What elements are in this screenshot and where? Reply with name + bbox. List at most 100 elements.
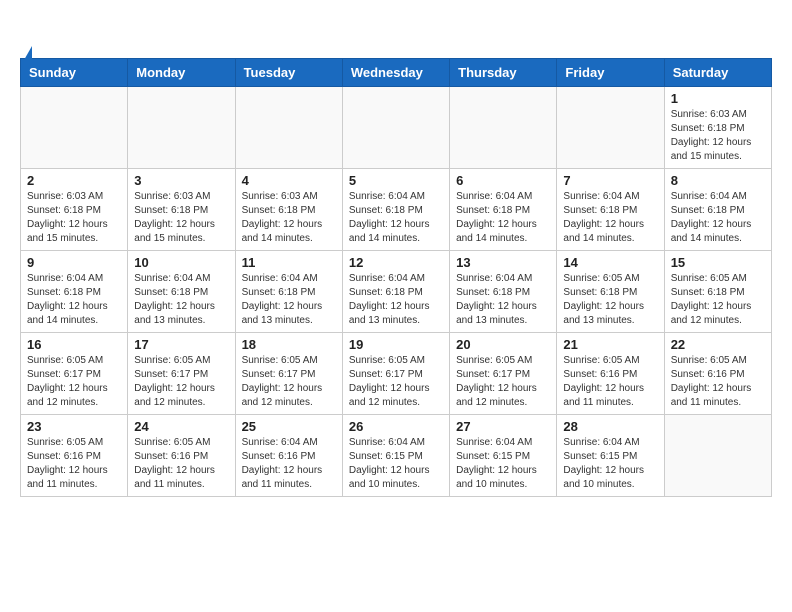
calendar-week-row: 2 Sunrise: 6:03 AM Sunset: 6:18 PM Daylig… <box>21 169 772 251</box>
day-number: 12 <box>349 255 443 270</box>
day-number: 2 <box>27 173 121 188</box>
calendar-cell: 24 Sunrise: 6:05 AM Sunset: 6:16 PM Dayli… <box>128 415 235 497</box>
weekday-header: Saturday <box>664 59 771 87</box>
calendar-cell: 17Sunrise: 6:05 AM Sunset: 6:17 PM Dayli… <box>128 333 235 415</box>
day-number: 1 <box>671 91 765 106</box>
day-info: Sunrise: 6:04 AM Sunset: 6:18 PM Dayligh… <box>456 272 550 328</box>
day-info: Sunrise: 6:03 AM Sunset: 6:18 PM Dayligh… <box>27 190 121 246</box>
day-info: Sunrise: 6:03 AM Sunset: 6:18 PM Dayligh… <box>134 190 228 246</box>
logo-text <box>22 22 32 63</box>
day-number: 22 <box>671 337 765 352</box>
day-info: Sunrise: 6:05 AM Sunset: 6:17 PM Dayligh… <box>242 354 336 410</box>
calendar-header-row: SundayMondayTuesdayWednesdayThursdayFrid… <box>21 59 772 87</box>
calendar-cell <box>128 87 235 169</box>
weekday-header: Friday <box>557 59 664 87</box>
calendar-cell: 27 Sunrise: 6:04 AM Sunset: 6:15 PM Dayli… <box>450 415 557 497</box>
day-number: 8 <box>671 173 765 188</box>
calendar-cell: 22 Sunrise: 6:05 AM Sunset: 6:16 PM Dayli… <box>664 333 771 415</box>
day-number: 13 <box>456 255 550 270</box>
calendar-cell: 23 Sunrise: 6:05 AM Sunset: 6:16 PM Dayli… <box>21 415 128 497</box>
calendar-cell: 7Sunrise: 6:04 AM Sunset: 6:18 PM Daylig… <box>557 169 664 251</box>
day-info: Sunrise: 6:05 AM Sunset: 6:16 PM Dayligh… <box>134 436 228 492</box>
calendar-cell <box>342 87 449 169</box>
day-info: Sunrise: 6:04 AM Sunset: 6:15 PM Dayligh… <box>456 436 550 492</box>
day-number: 27 <box>456 419 550 434</box>
day-number: 25 <box>242 419 336 434</box>
calendar-cell <box>664 415 771 497</box>
calendar-cell: 3 Sunrise: 6:03 AM Sunset: 6:18 PM Daylig… <box>128 169 235 251</box>
day-number: 10 <box>134 255 228 270</box>
day-info: Sunrise: 6:04 AM Sunset: 6:15 PM Dayligh… <box>349 436 443 492</box>
calendar-cell: 1Sunrise: 6:03 AM Sunset: 6:18 PM Daylig… <box>664 87 771 169</box>
day-number: 11 <box>242 255 336 270</box>
day-info: Sunrise: 6:05 AM Sunset: 6:17 PM Dayligh… <box>27 354 121 410</box>
day-number: 26 <box>349 419 443 434</box>
calendar-cell: 5 Sunrise: 6:04 AM Sunset: 6:18 PM Daylig… <box>342 169 449 251</box>
day-number: 16 <box>27 337 121 352</box>
day-info: Sunrise: 6:04 AM Sunset: 6:18 PM Dayligh… <box>349 272 443 328</box>
day-number: 15 <box>671 255 765 270</box>
calendar-cell <box>557 87 664 169</box>
day-number: 5 <box>349 173 443 188</box>
calendar-cell: 4 Sunrise: 6:03 AM Sunset: 6:18 PM Daylig… <box>235 169 342 251</box>
calendar-cell: 8 Sunrise: 6:04 AM Sunset: 6:18 PM Daylig… <box>664 169 771 251</box>
day-number: 14 <box>563 255 657 270</box>
day-info: Sunrise: 6:04 AM Sunset: 6:18 PM Dayligh… <box>349 190 443 246</box>
day-info: Sunrise: 6:04 AM Sunset: 6:18 PM Dayligh… <box>134 272 228 328</box>
page-header: General Blue <box>20 20 772 50</box>
calendar-week-row: 16 Sunrise: 6:05 AM Sunset: 6:17 PM Dayli… <box>21 333 772 415</box>
calendar-cell: 16 Sunrise: 6:05 AM Sunset: 6:17 PM Dayli… <box>21 333 128 415</box>
calendar-cell: 28 Sunrise: 6:04 AM Sunset: 6:15 PM Dayli… <box>557 415 664 497</box>
calendar-cell: 18 Sunrise: 6:05 AM Sunset: 6:17 PM Dayli… <box>235 333 342 415</box>
weekday-header: Monday <box>128 59 235 87</box>
day-number: 20 <box>456 337 550 352</box>
calendar-cell: 2 Sunrise: 6:03 AM Sunset: 6:18 PM Daylig… <box>21 169 128 251</box>
day-info: Sunrise: 6:05 AM Sunset: 6:17 PM Dayligh… <box>134 354 228 410</box>
day-info: Sunrise: 6:05 AM Sunset: 6:16 PM Dayligh… <box>563 354 657 410</box>
day-info: Sunrise: 6:05 AM Sunset: 6:17 PM Dayligh… <box>456 354 550 410</box>
calendar-cell <box>450 87 557 169</box>
day-number: 3 <box>134 173 228 188</box>
weekday-header: Wednesday <box>342 59 449 87</box>
calendar-cell: 19 Sunrise: 6:05 AM Sunset: 6:17 PM Dayli… <box>342 333 449 415</box>
calendar-week-row: 1Sunrise: 6:03 AM Sunset: 6:18 PM Daylig… <box>21 87 772 169</box>
day-info: Sunrise: 6:04 AM Sunset: 6:18 PM Dayligh… <box>242 272 336 328</box>
day-number: 6 <box>456 173 550 188</box>
day-info: Sunrise: 6:05 AM Sunset: 6:16 PM Dayligh… <box>671 354 765 410</box>
day-info: Sunrise: 6:04 AM Sunset: 6:15 PM Dayligh… <box>563 436 657 492</box>
day-info: Sunrise: 6:05 AM Sunset: 6:18 PM Dayligh… <box>671 272 765 328</box>
day-number: 19 <box>349 337 443 352</box>
calendar-week-row: 23 Sunrise: 6:05 AM Sunset: 6:16 PM Dayli… <box>21 415 772 497</box>
calendar-table: SundayMondayTuesdayWednesdayThursdayFrid… <box>20 58 772 497</box>
calendar-cell: 26 Sunrise: 6:04 AM Sunset: 6:15 PM Dayli… <box>342 415 449 497</box>
weekday-header: Sunday <box>21 59 128 87</box>
calendar-cell: 10 Sunrise: 6:04 AM Sunset: 6:18 PM Dayli… <box>128 251 235 333</box>
day-number: 23 <box>27 419 121 434</box>
calendar-cell <box>21 87 128 169</box>
calendar-cell: 6 Sunrise: 6:04 AM Sunset: 6:18 PM Daylig… <box>450 169 557 251</box>
day-info: Sunrise: 6:05 AM Sunset: 6:16 PM Dayligh… <box>27 436 121 492</box>
day-info: Sunrise: 6:04 AM Sunset: 6:18 PM Dayligh… <box>563 190 657 246</box>
calendar-cell: 9Sunrise: 6:04 AM Sunset: 6:18 PM Daylig… <box>21 251 128 333</box>
day-info: Sunrise: 6:04 AM Sunset: 6:18 PM Dayligh… <box>27 272 121 328</box>
day-number: 24 <box>134 419 228 434</box>
calendar-cell: 25Sunrise: 6:04 AM Sunset: 6:16 PM Dayli… <box>235 415 342 497</box>
day-number: 21 <box>563 337 657 352</box>
day-info: Sunrise: 6:05 AM Sunset: 6:18 PM Dayligh… <box>563 272 657 328</box>
calendar-week-row: 9Sunrise: 6:04 AM Sunset: 6:18 PM Daylig… <box>21 251 772 333</box>
calendar-cell: 12 Sunrise: 6:04 AM Sunset: 6:18 PM Dayli… <box>342 251 449 333</box>
calendar-cell <box>235 87 342 169</box>
day-info: Sunrise: 6:03 AM Sunset: 6:18 PM Dayligh… <box>242 190 336 246</box>
calendar-cell: 20 Sunrise: 6:05 AM Sunset: 6:17 PM Dayli… <box>450 333 557 415</box>
day-info: Sunrise: 6:04 AM Sunset: 6:18 PM Dayligh… <box>456 190 550 246</box>
day-number: 4 <box>242 173 336 188</box>
day-number: 18 <box>242 337 336 352</box>
calendar-cell: 21 Sunrise: 6:05 AM Sunset: 6:16 PM Dayli… <box>557 333 664 415</box>
calendar-cell: 13 Sunrise: 6:04 AM Sunset: 6:18 PM Dayli… <box>450 251 557 333</box>
day-info: Sunrise: 6:04 AM Sunset: 6:18 PM Dayligh… <box>671 190 765 246</box>
weekday-header: Thursday <box>450 59 557 87</box>
day-number: 28 <box>563 419 657 434</box>
weekday-header: Tuesday <box>235 59 342 87</box>
calendar-cell: 15 Sunrise: 6:05 AM Sunset: 6:18 PM Dayli… <box>664 251 771 333</box>
day-info: Sunrise: 6:05 AM Sunset: 6:17 PM Dayligh… <box>349 354 443 410</box>
